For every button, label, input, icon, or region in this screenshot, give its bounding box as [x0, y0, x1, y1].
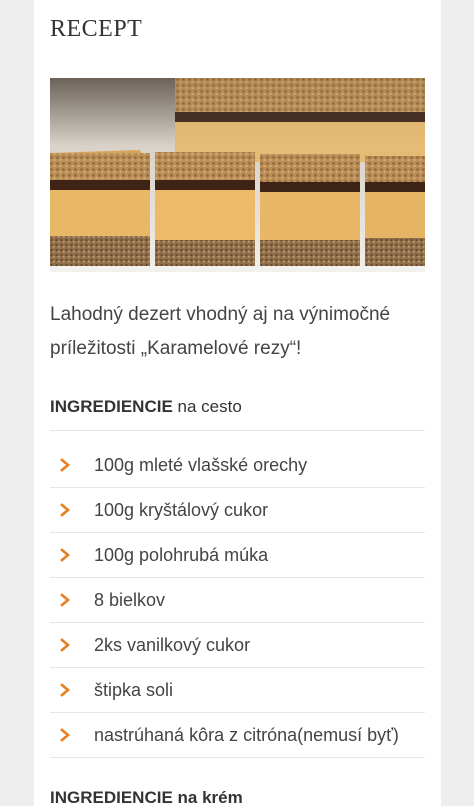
section-heading-bold: INGREDIENCIE — [50, 397, 173, 416]
section-heading-dough: INGREDIENCIE na cesto — [50, 397, 242, 417]
list-item: nastrúhaná kôra z citróna(nemusí byť) — [50, 713, 425, 758]
section-heading-rest: na cesto — [172, 397, 242, 416]
list-item: 100g polohrubá múka — [50, 533, 425, 578]
chevron-right-icon — [60, 503, 71, 517]
chevron-right-icon — [60, 728, 71, 742]
recipe-card: RECEPT Lahodný dezert vhodný aj na výnim… — [34, 0, 441, 806]
list-item: 8 bielkov — [50, 578, 425, 623]
section-heading-bold: INGREDIENCIE na krém — [50, 788, 243, 806]
ingredient-text: 2ks vanilkový cukor — [94, 634, 251, 655]
list-item: 100g kryštálový cukor — [50, 488, 425, 533]
ingredient-text: 100g kryštálový cukor — [94, 499, 269, 520]
ingredient-list: 100g mleté vlašské orechy 100g kryštálov… — [50, 443, 425, 758]
ingredient-text: štipka soli — [94, 679, 174, 700]
chevron-right-icon — [60, 638, 71, 652]
chevron-right-icon — [60, 683, 71, 697]
ingredient-text: nastrúhaná kôra z citróna(nemusí byť) — [94, 724, 399, 745]
list-item: 100g mleté vlašské orechy — [50, 443, 425, 488]
chevron-right-icon — [60, 458, 71, 472]
list-item: 2ks vanilkový cukor — [50, 623, 425, 668]
list-item: štipka soli — [50, 668, 425, 713]
recipe-intro: Lahodný dezert vhodný aj na výnimočné pr… — [50, 304, 391, 359]
section-divider — [50, 430, 425, 431]
ingredient-text: 100g polohrubá múka — [94, 544, 269, 565]
page-title: RECEPT — [50, 16, 143, 42]
chevron-right-icon — [60, 593, 71, 607]
section-heading-cream: INGREDIENCIE na krém — [50, 788, 243, 806]
ingredient-text: 100g mleté vlašské orechy — [94, 454, 308, 475]
recipe-photo — [50, 78, 425, 272]
chevron-right-icon — [60, 548, 71, 562]
ingredient-text: 8 bielkov — [94, 589, 166, 610]
